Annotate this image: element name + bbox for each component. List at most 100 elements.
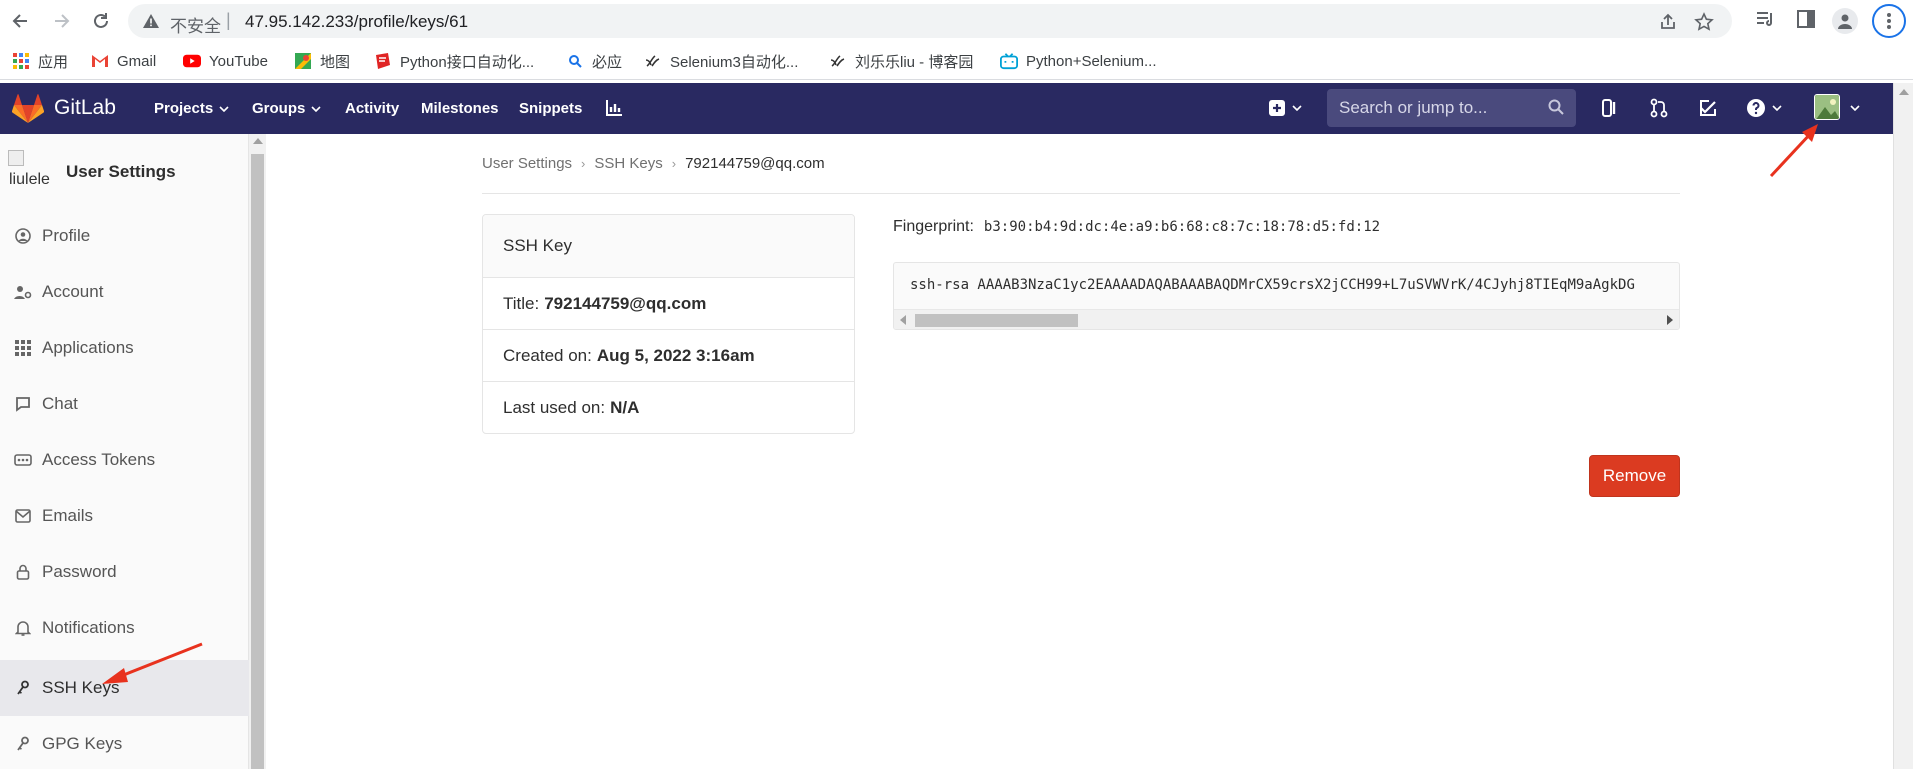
remove-button[interactable]: Remove [1589,455,1680,497]
user-avatar[interactable] [1814,94,1840,120]
side-panel-icon[interactable] [1795,8,1817,30]
fingerprint: Fingerprint: b3:90:b4:9d:dc:4e:a9:b6:68:… [893,218,1380,236]
chevron-down-icon[interactable] [1850,105,1860,111]
emails-icon [14,507,32,525]
bookmark-python-selenium[interactable]: Python+Selenium... [1000,51,1157,71]
scroll-right-arrow-icon[interactable] [1667,315,1673,325]
analytics-chart-icon[interactable] [605,99,623,117]
cnblogs-icon [829,52,847,70]
scroll-up-arrow-icon[interactable] [1899,89,1909,95]
bookmark-label: Selenium3自动化... [670,53,799,71]
breadcrumb-current[interactable]: 792144759@qq.com [685,155,825,172]
sidebar-item-label: Account [42,282,104,301]
sidebar-item-ssh-keys[interactable]: SSH Keys [0,660,249,716]
chevron-right-icon: › [671,156,677,171]
public-key-box[interactable]: ssh-rsa AAAAB3NzaC1yc2EAAAADAQABAAABAQDM… [893,262,1680,330]
created-label: Created on: [503,345,592,365]
sidebar-item-profile[interactable]: Profile [0,212,249,260]
bing-search-icon [566,52,584,70]
title-value: 792144759@qq.com [544,293,707,313]
bookmark-liulele-blog[interactable]: 刘乐乐liu - 博客园 [829,51,973,71]
public-key-scroll-thumb[interactable] [915,314,1078,327]
browser-toolbar: 不安全 | 47.95.142.233/profile/keys/61 [0,0,1913,42]
sidebar-item-notifications[interactable]: Notifications [0,604,249,652]
search-icon [1548,99,1564,115]
chevron-down-icon[interactable] [1772,105,1782,111]
bookmark-gmail[interactable]: Gmail [91,51,156,71]
chrome-profile-button[interactable] [1832,8,1858,34]
nav-milestones[interactable]: Milestones [421,100,499,117]
sidebar-title: User Settings [66,162,176,181]
bookmark-python-api[interactable]: Python接口自动化... [374,51,534,71]
star-icon[interactable] [1694,12,1714,32]
reload-button[interactable] [88,8,114,34]
breadcrumb-user-settings[interactable]: User Settings [482,155,572,172]
reading-list-icon[interactable] [1754,8,1776,30]
sidebar-item-chat[interactable]: Chat [0,380,249,428]
last-used-value: N/A [610,398,640,417]
search-box[interactable]: Search or jump to... [1327,89,1576,127]
sidebar-item-password[interactable]: Password [0,548,249,596]
url-text[interactable]: 47.95.142.233/profile/keys/61 [245,12,468,32]
issues-board-icon[interactable] [1600,98,1620,118]
back-button[interactable] [8,8,34,34]
avatar-image-icon [1815,95,1839,119]
key-icon [14,735,32,753]
ssh-key-created-row: Created on: Aug 5, 2022 3:16am [483,330,854,382]
sidebar-header[interactable]: liulele User Settings [8,150,176,194]
nav-projects[interactable]: Projects [154,100,229,117]
title-label: Title: [503,293,540,313]
address-bar[interactable]: 不安全 | 47.95.142.233/profile/keys/61 [128,4,1732,38]
created-value: Aug 5, 2022 3:16am [596,345,755,365]
youtube-icon [183,52,201,70]
last-used-label: Last used on: [503,398,606,417]
scroll-up-arrow-icon[interactable] [253,138,263,144]
nav-label: Milestones [421,100,499,117]
share-icon[interactable] [1658,12,1678,32]
cnblogs-icon [644,52,662,70]
chrome-menu-button[interactable] [1872,4,1906,38]
bookmark-youtube[interactable]: YouTube [183,51,268,71]
gitlab-logo-icon[interactable] [12,94,44,124]
bookmark-label: Python接口自动化... [400,53,535,71]
page-scrollbar[interactable] [1893,83,1913,769]
plus-square-icon[interactable] [1268,99,1286,117]
bookmark-selenium3[interactable]: Selenium3自动化... [644,51,798,71]
public-key-text[interactable]: ssh-rsa AAAAB3NzaC1yc2EAAAADAQABAAABAQDM… [910,277,1635,293]
key-icon [14,679,32,697]
sidebar-item-emails[interactable]: Emails [0,492,249,540]
sidebar-item-applications[interactable]: Applications [0,324,249,372]
sidebar-item-label: Applications [42,338,134,357]
sidebar-item-label: SSH Keys [42,678,120,697]
nav-snippets[interactable]: Snippets [519,100,582,117]
nav-groups[interactable]: Groups [252,100,321,117]
ssh-key-title-row: Title: 792144759@qq.com [483,278,854,330]
sidebar-item-gpg-keys[interactable]: GPG Keys [0,720,249,768]
sidebar-scrollbar[interactable] [249,134,266,769]
public-key-scrollbar[interactable] [894,309,1679,329]
insecure-label: 不安全 [170,17,221,36]
todo-check-icon[interactable] [1698,98,1718,118]
bookmark-apps[interactable]: 应用 [12,51,68,71]
sidebar-item-access-tokens[interactable]: Access Tokens [0,436,249,484]
chevron-down-icon[interactable] [1292,105,1302,111]
bookmark-maps[interactable]: 地图 [294,51,350,71]
bilibili-icon [1000,52,1018,70]
breadcrumb-divider [482,193,1680,194]
help-icon[interactable] [1746,98,1766,118]
bookmark-bing[interactable]: 必应 [566,51,622,71]
sidebar-scroll-thumb[interactable] [251,154,264,769]
bookmark-label: 必应 [592,53,623,71]
gitlab-header: GitLab Projects Groups Activity Mileston… [0,83,1893,134]
merge-request-icon[interactable] [1649,98,1669,118]
sidebar-avatar: liulele [8,150,54,194]
search-input[interactable]: Search or jump to... [1339,98,1487,118]
nav-activity[interactable]: Activity [345,100,399,117]
bookmark-label: Python+Selenium... [1026,52,1157,70]
forward-button[interactable] [48,8,74,34]
breadcrumb-ssh-keys[interactable]: SSH Keys [594,155,662,172]
gitlab-brand[interactable]: GitLab [54,96,116,120]
apps-grid-icon [12,52,30,70]
sidebar-item-account[interactable]: Account [0,268,249,316]
scroll-left-arrow-icon[interactable] [900,315,906,325]
